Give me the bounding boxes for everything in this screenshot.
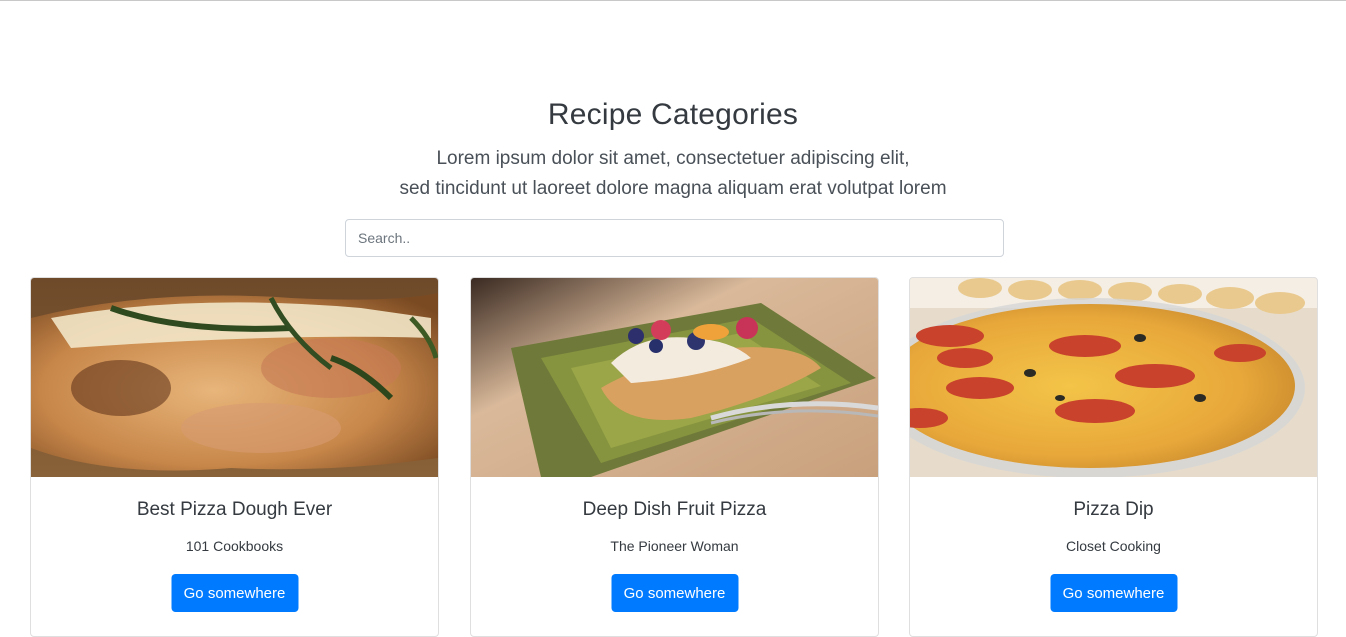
page-title: Recipe Categories (547, 98, 799, 131)
card-title: Best Pizza Dough Ever (136, 499, 333, 520)
pizza-crust-photo (31, 278, 438, 477)
pizza-dip-photo (910, 278, 1317, 477)
card-source: The Pioneer Woman (610, 538, 739, 554)
go-somewhere-button[interactable]: Go somewhere (611, 574, 738, 612)
recipe-card: Deep Dish Fruit Pizza The Pioneer Woman … (470, 277, 879, 637)
lead-line-2: sed tincidunt ut laoreet dolore magna al… (399, 178, 947, 199)
go-somewhere-button[interactable]: Go somewhere (171, 574, 298, 612)
lead-line-1: Lorem ipsum dolor sit amet, consectetuer… (436, 148, 910, 169)
card-title: Pizza Dip (1073, 499, 1154, 520)
card-title: Deep Dish Fruit Pizza (582, 499, 767, 520)
recipe-card: Pizza Dip Closet Cooking Go somewhere (909, 277, 1318, 637)
card-source: 101 Cookbooks (185, 538, 284, 554)
card-source: Closet Cooking (1066, 538, 1161, 554)
fruit-pizza-photo (471, 278, 878, 477)
go-somewhere-button[interactable]: Go somewhere (1050, 574, 1177, 612)
recipe-card: Best Pizza Dough Ever 101 Cookbooks Go s… (30, 277, 439, 637)
top-divider (0, 0, 1346, 1)
search-input[interactable] (345, 219, 1004, 257)
